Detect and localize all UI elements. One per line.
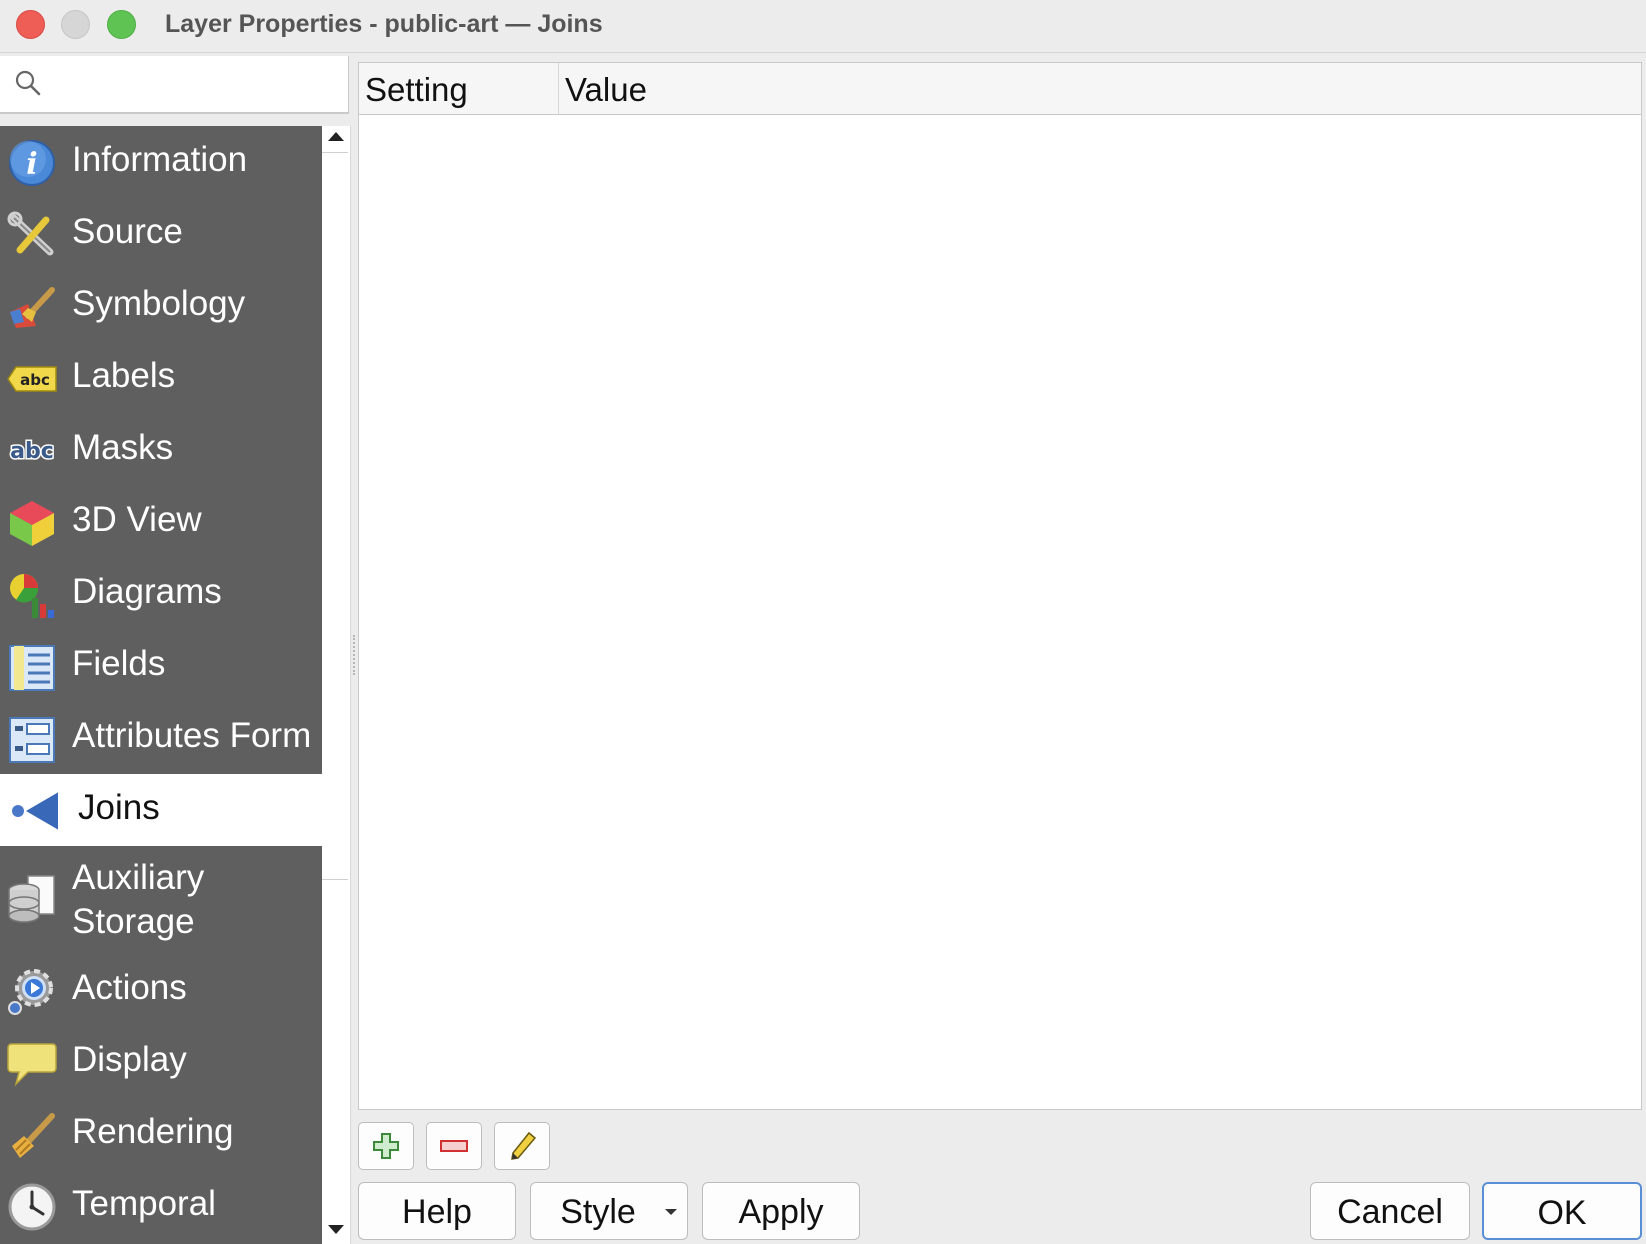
sidebar-item-label: Display — [72, 1040, 187, 1079]
sidebar-item-attributes-form[interactable]: Attributes Form — [0, 702, 322, 774]
column-header-value[interactable]: Value — [565, 71, 647, 109]
masks-abc-icon: abc — [9, 438, 56, 466]
svg-text:abc: abc — [20, 371, 50, 389]
search-input[interactable] — [50, 64, 344, 104]
sidebar-item-symbology[interactable]: Symbology — [0, 270, 322, 342]
sidebar-item-label: Labels — [72, 356, 176, 395]
panel-splitter[interactable] — [353, 635, 357, 675]
add-join-icon — [373, 1133, 399, 1159]
sidebar-item-temporal[interactable]: Temporal — [0, 1170, 322, 1242]
close-window-button[interactable] — [16, 10, 45, 39]
cancel-button[interactable]: Cancel — [1310, 1182, 1470, 1240]
sidebar-item-label: 3D View — [72, 500, 202, 539]
information-icon: i — [9, 140, 55, 186]
sidebar-item-label: Actions — [72, 968, 187, 1007]
sidebar-item-joins[interactable]: Joins — [0, 774, 322, 846]
sidebar-scrollbar[interactable] — [322, 126, 351, 1244]
minimize-window-button[interactable] — [61, 10, 90, 39]
clock-icon — [8, 1183, 56, 1231]
sidebar-item-label: Symbology — [72, 284, 246, 323]
sidebar-item-label: Information — [72, 140, 248, 179]
remove-join-button[interactable] — [426, 1122, 482, 1170]
joins-table[interactable]: Setting Value — [358, 62, 1642, 1110]
ok-button[interactable]: OK — [1482, 1182, 1642, 1240]
chevron-down-icon — [665, 1209, 677, 1215]
table-header: Setting Value — [359, 63, 1641, 115]
sidebar-item-source[interactable]: Source — [0, 198, 322, 270]
sidebar-item-label: Auxiliary Storage — [72, 858, 205, 941]
database-icon — [8, 875, 55, 923]
sidebar-item-rendering[interactable]: Rendering — [0, 1098, 322, 1170]
source-tools-icon — [7, 211, 54, 256]
sidebar-item-diagrams[interactable]: Diagrams — [0, 558, 322, 630]
sidebar-item-label: Rendering — [72, 1112, 234, 1151]
sidebar-item-label: Joins — [78, 788, 160, 827]
attributes-form-icon — [9, 717, 55, 763]
joins-icon — [12, 792, 58, 830]
add-join-button[interactable] — [358, 1122, 414, 1170]
symbology-brush-icon — [10, 287, 55, 328]
sidebar-item-actions[interactable]: Actions — [0, 954, 322, 1026]
svg-text:i: i — [26, 147, 37, 182]
sidebar-item-auxiliary-storage[interactable]: Auxiliary Storage — [0, 846, 322, 954]
diagrams-icon — [10, 574, 54, 618]
sidebar-menu: i Information Source Symbology abc Label… — [0, 126, 322, 1244]
sidebar-item-label: Masks — [72, 428, 174, 467]
sidebar-search[interactable] — [0, 56, 349, 114]
apply-button[interactable]: Apply — [702, 1182, 860, 1240]
sidebar-item-labels[interactable]: abc Labels — [0, 342, 322, 414]
sidebar-item-label: Temporal — [72, 1184, 216, 1223]
sidebar-item-label: Diagrams — [72, 572, 222, 611]
maximize-window-button[interactable] — [107, 10, 136, 39]
edit-join-button[interactable] — [494, 1122, 550, 1170]
sidebar-item-display[interactable]: Display — [0, 1026, 322, 1098]
actions-gear-icon — [8, 969, 53, 1015]
svg-text:abc: abc — [10, 439, 54, 464]
title-bar: Layer Properties - public-art — Joins — [0, 0, 1646, 53]
style-button[interactable]: Style — [530, 1182, 688, 1240]
column-header-setting[interactable]: Setting — [365, 71, 468, 109]
speech-bubble-icon — [7, 1043, 57, 1087]
search-icon — [15, 70, 41, 96]
rendering-brush-icon — [12, 1113, 55, 1158]
sidebar-item-label: Attributes Form — [72, 716, 312, 755]
scroll-down-arrow-icon[interactable] — [328, 1225, 344, 1234]
cube-icon — [10, 501, 54, 546]
sidebar-item-information[interactable]: i Information — [0, 126, 322, 198]
window-title: Layer Properties - public-art — Joins — [165, 10, 603, 38]
style-button-label: Style — [560, 1193, 636, 1231]
layer-properties-window: Layer Properties - public-art — Joins i … — [0, 0, 1646, 1244]
sidebar-item-masks[interactable]: abc Masks — [0, 414, 322, 486]
sidebar-item-label: Fields — [72, 644, 166, 683]
sidebar-item-label: Source — [72, 212, 183, 251]
fields-icon — [9, 645, 55, 691]
labels-abc-icon: abc — [7, 366, 57, 392]
scroll-up-arrow-icon[interactable] — [328, 132, 344, 141]
help-button[interactable]: Help — [358, 1182, 516, 1240]
sidebar-item-fields[interactable]: Fields — [0, 630, 322, 702]
remove-join-icon — [440, 1140, 468, 1152]
edit-join-icon — [511, 1131, 537, 1160]
sidebar-item-3d-view[interactable]: 3D View — [0, 486, 322, 558]
